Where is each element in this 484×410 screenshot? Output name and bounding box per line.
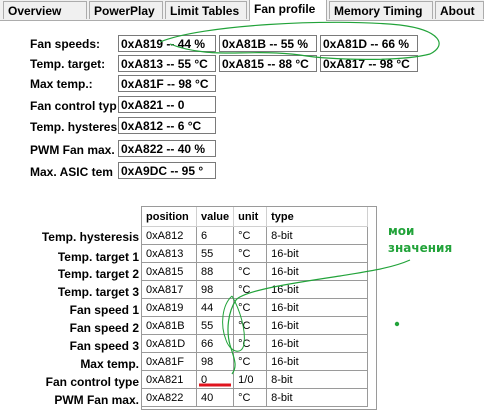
column-header-position[interactable]: position <box>142 207 197 227</box>
table-row[interactable]: 0xA81B 55 °C 16-bit <box>142 316 369 335</box>
data-grid[interactable]: position value unit type 0xA812 6 °C 8-bit … <box>141 206 377 410</box>
cell-unit[interactable]: °C <box>233 262 268 281</box>
max-temp-field[interactable]: 0xA81F -- 98 °C <box>118 75 216 92</box>
column-header-unit[interactable]: unit <box>233 207 268 227</box>
cell-unit[interactable]: °C <box>233 388 268 407</box>
lower-label-temp-target-2: Temp. target 2 <box>57 267 139 281</box>
cell-value[interactable]: 66 <box>196 334 235 353</box>
lower-labels: Temp. hysteresis Temp. target 1 Temp. ta… <box>0 222 145 410</box>
table-row[interactable]: 0xA822 40 °C 8-bit <box>142 388 369 407</box>
fan-control-type-field[interactable]: 0xA821 -- 0 <box>118 96 216 113</box>
cell-position[interactable]: 0xA819 <box>142 298 197 317</box>
cell-type[interactable]: 16-bit <box>266 262 369 281</box>
table-row[interactable]: 0xA815 88 °C 16-bit <box>142 262 369 281</box>
cell-unit[interactable]: °C <box>233 226 268 245</box>
cell-value[interactable]: 0 <box>196 370 235 389</box>
cell-type[interactable]: 16-bit <box>266 352 369 371</box>
lower-label-fan-speed-1: Fan speed 1 <box>69 303 139 317</box>
cell-value[interactable]: 40 <box>196 388 235 407</box>
cell-unit[interactable]: °C <box>233 352 268 371</box>
cell-position[interactable]: 0xA817 <box>142 280 197 299</box>
lower-label-fan-speed-3: Fan speed 3 <box>69 339 139 353</box>
pwm-fan-max-field[interactable]: 0xA822 -- 40 % <box>118 140 216 157</box>
temp-target-3-field[interactable]: 0xA817 -- 98 °C <box>320 55 418 72</box>
lower-label-max-temp: Max temp. <box>80 357 139 371</box>
cell-type[interactable]: 16-bit <box>266 244 369 263</box>
cell-value[interactable]: 44 <box>196 298 235 317</box>
pwm-fan-max-label: PWM Fan max. <box>30 143 115 157</box>
max-asic-temp-label: Max. ASIC tem <box>30 165 113 179</box>
table-row[interactable]: 0xA81F 98 °C 16-bit <box>142 352 369 371</box>
temp-target-2-field[interactable]: 0xA815 -- 88 °C <box>219 55 317 72</box>
fan-speeds-label: Fan speeds: <box>30 37 101 51</box>
temp-hysteresis-field[interactable]: 0xA812 -- 6 °C <box>118 117 216 134</box>
cell-unit[interactable]: °C <box>233 244 268 263</box>
cell-position[interactable]: 0xA813 <box>142 244 197 263</box>
cell-unit[interactable]: °C <box>233 280 268 299</box>
table-header-row: position value unit type <box>142 207 369 227</box>
cell-value[interactable]: 98 <box>196 280 235 299</box>
column-header-value[interactable]: value <box>196 207 235 227</box>
table-row[interactable]: 0xA819 44 °C 16-bit <box>142 298 369 317</box>
annotation-line-2: значения <box>388 241 453 255</box>
cell-position[interactable]: 0xA821 <box>142 370 197 389</box>
column-header-type[interactable]: type <box>266 207 369 227</box>
cell-type[interactable]: 16-bit <box>266 298 369 317</box>
tab-limit-tables[interactable]: Limit Tables <box>165 1 247 19</box>
lower-label-fan-speed-2: Fan speed 2 <box>69 321 139 335</box>
max-temp-label: Max temp.: <box>30 77 93 91</box>
cell-unit[interactable]: °C <box>233 334 268 353</box>
tab-powerplay[interactable]: PowerPlay <box>89 1 163 19</box>
fan-speed-3-field[interactable]: 0xA81D -- 66 % <box>320 35 418 52</box>
values-table: position value unit type 0xA812 6 °C 8-bit … <box>142 207 369 407</box>
cell-position[interactable]: 0xA812 <box>142 226 197 245</box>
fan-speed-2-field[interactable]: 0xA81B -- 55 % <box>219 35 317 52</box>
lower-label-pwm-fan-max: PWM Fan max. <box>54 393 139 407</box>
temp-hysteresis-label: Temp. hysteres <box>30 120 118 134</box>
temp-target-label: Temp. target: <box>30 57 106 71</box>
cell-value[interactable]: 88 <box>196 262 235 281</box>
tab-overview[interactable]: Overview <box>3 1 87 19</box>
tab-about[interactable]: About <box>435 1 484 19</box>
table-row[interactable]: 0xA81D 66 °C 16-bit <box>142 334 369 353</box>
cell-position[interactable]: 0xA815 <box>142 262 197 281</box>
table-row[interactable]: 0xA812 6 °C 8-bit <box>142 226 369 245</box>
tab-memory-timing[interactable]: Memory Timing <box>329 1 433 19</box>
fan-control-type-label: Fan control typ <box>30 99 117 113</box>
cell-value[interactable]: 55 <box>196 244 235 263</box>
cell-position[interactable]: 0xA81B <box>142 316 197 335</box>
cell-type[interactable]: 8-bit <box>266 370 369 389</box>
lower-label-temp-hysteresis: Temp. hysteresis <box>41 230 139 244</box>
annotation-dot <box>394 321 400 327</box>
tab-bar: Overview PowerPlay Limit Tables Fan prof… <box>0 0 484 21</box>
cell-value[interactable]: 98 <box>196 352 235 371</box>
cell-type[interactable]: 16-bit <box>266 316 369 335</box>
cell-type[interactable]: 16-bit <box>266 280 369 299</box>
lower-label-fan-control-type: Fan control type <box>45 375 139 389</box>
cell-position[interactable]: 0xA81F <box>142 352 197 371</box>
cell-unit[interactable]: 1/0 <box>233 370 268 389</box>
fan-speed-1-field[interactable]: 0xA819 -- 44 % <box>118 35 216 52</box>
cell-value[interactable]: 6 <box>196 226 235 245</box>
cell-position[interactable]: 0xA81D <box>142 334 197 353</box>
cell-value[interactable]: 55 <box>196 316 235 335</box>
cell-position[interactable]: 0xA822 <box>142 388 197 407</box>
cell-type[interactable]: 8-bit <box>266 388 369 407</box>
tab-fan-profile[interactable]: Fan profile <box>249 0 327 21</box>
table-row[interactable]: 0xA817 98 °C 16-bit <box>142 280 369 299</box>
cell-unit[interactable]: °C <box>233 298 268 317</box>
cell-unit[interactable]: °C <box>233 316 268 335</box>
table-row[interactable]: 0xA813 55 °C 16-bit <box>142 244 369 263</box>
table-row[interactable]: 0xA821 0 1/0 8-bit <box>142 370 369 389</box>
max-asic-temp-field[interactable]: 0xA9DC -- 95 ° <box>118 162 216 179</box>
lower-label-temp-target-1: Temp. target 1 <box>57 250 139 264</box>
cell-type[interactable]: 8-bit <box>266 226 369 245</box>
temp-target-1-field[interactable]: 0xA813 -- 55 °C <box>118 55 216 72</box>
annotation-line-1: мои <box>388 224 415 238</box>
cell-type[interactable]: 16-bit <box>266 334 369 353</box>
lower-label-temp-target-3: Temp. target 3 <box>57 285 139 299</box>
